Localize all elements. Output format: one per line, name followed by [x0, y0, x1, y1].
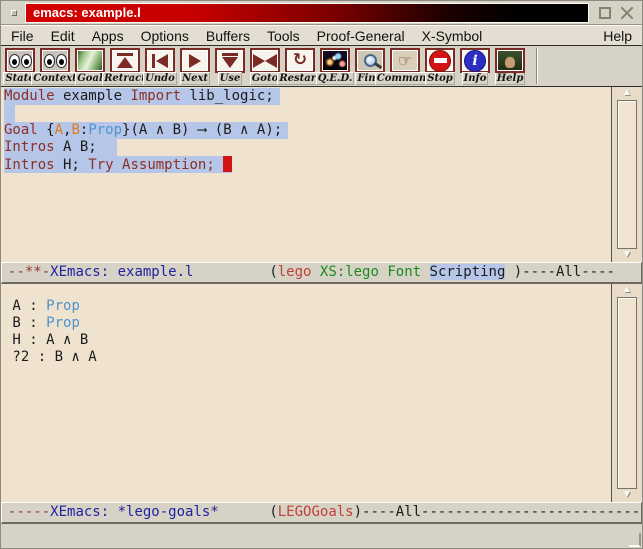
scrollbar-thumb[interactable]: [617, 100, 637, 249]
menu-edit[interactable]: Edit: [51, 28, 75, 44]
script-buffer-pane: Module example Import lib_logic; Goal {A…: [1, 87, 642, 262]
script-line: [1, 105, 611, 122]
menu-tools[interactable]: Tools: [267, 28, 300, 44]
arrow-right-icon: [180, 48, 210, 73]
info-circle-icon: [460, 48, 490, 73]
script-line: Module example Import lib_logic;: [1, 88, 611, 105]
window-menu-grip[interactable]: [11, 10, 17, 16]
bowtie-icon: [250, 48, 280, 73]
goal-photo-icon: [75, 48, 105, 73]
modeline-goals[interactable]: -----XEmacs: *lego-goals* (LEGOGoals)---…: [1, 502, 642, 524]
script-line: Goal {A,B:Prop}(A ∧ B) ⟶ (B ∧ A);: [1, 122, 611, 139]
toolbar-button-restart[interactable]: ↻ Restart: [285, 48, 315, 85]
modeline-buffer-name: XEmacs: *lego-goals*: [50, 504, 219, 520]
toolbar-button-goto[interactable]: Goto: [250, 48, 280, 85]
goals-line: B : Prop: [1, 315, 611, 332]
toolbar-divider: [536, 48, 538, 84]
minibuffer[interactable]: [1, 524, 642, 548]
scroll-down-icon[interactable]: ▼: [622, 490, 632, 501]
modeline-major-mode: LEGOGoals: [278, 504, 354, 520]
eyes-icon: [40, 48, 70, 73]
title-bar[interactable]: emacs: example.l: [1, 1, 642, 25]
arrow-up-to-bar-icon: [110, 48, 140, 73]
proof-toolbar: State Context Goal Retract Undo: [1, 46, 642, 87]
menu-x-symbol[interactable]: X-Symbol: [422, 28, 483, 44]
modeline-script[interactable]: --**-XEmacs: example.l (lego XS:lego Fon…: [1, 262, 642, 284]
arrow-left-to-bar-icon: [145, 48, 175, 73]
no-entry-icon: [425, 48, 455, 73]
toolbar-button-next[interactable]: Next: [180, 48, 210, 85]
script-buffer-text[interactable]: Module example Import lib_logic; Goal {A…: [1, 87, 611, 262]
goals-buffer-text[interactable]: A : Prop B : Prop H : A ∧ B ?2 : B ∧ A: [1, 284, 611, 502]
toolbar-button-retract[interactable]: Retract: [110, 48, 140, 85]
toolbar-button-context[interactable]: Context: [40, 48, 70, 85]
script-scrollbar[interactable]: ▲ ▼: [611, 87, 642, 262]
modeline-buffer-name: XEmacs: example.l: [50, 264, 193, 280]
modeline-major-mode: lego: [278, 264, 312, 280]
menu-options[interactable]: Options: [141, 28, 189, 44]
scrollbar-thumb[interactable]: [617, 297, 637, 489]
toolbar-button-help[interactable]: Help: [495, 48, 525, 85]
pointing-hand-icon: ☞: [390, 48, 420, 73]
goals-line: H : A ∧ B: [1, 332, 611, 349]
close-icon[interactable]: [620, 6, 634, 20]
arrow-down-from-bar-icon: [215, 48, 245, 73]
script-line: Intros A B;: [1, 139, 611, 156]
guru-photo-icon: [495, 48, 525, 73]
scroll-up-icon[interactable]: ▲: [622, 88, 632, 99]
circular-arrow-icon: ↻: [285, 48, 315, 73]
window-title: emacs: example.l: [33, 5, 141, 20]
toolbar-button-info[interactable]: Info: [460, 48, 490, 85]
eyes-icon: [5, 48, 35, 73]
text-cursor: [223, 156, 232, 172]
goals-line: A : Prop: [1, 298, 611, 315]
modeline-scripting-indicator: Scripting: [430, 264, 506, 280]
menu-apps[interactable]: Apps: [92, 28, 124, 44]
xemacs-window: emacs: example.l File Edit Apps Options …: [0, 0, 643, 549]
goals-buffer-pane: A : Prop B : Prop H : A ∧ B ?2 : B ∧ A ▲…: [1, 284, 642, 502]
toolbar-button-stop[interactable]: Stop: [425, 48, 455, 85]
scroll-down-icon[interactable]: ▼: [622, 250, 632, 261]
menu-help[interactable]: Help: [603, 28, 632, 44]
title-gradient: emacs: example.l: [25, 3, 589, 23]
goals-scrollbar[interactable]: ▲ ▼: [611, 284, 642, 502]
scroll-up-icon[interactable]: ▲: [622, 285, 632, 296]
menu-proof-general[interactable]: Proof-General: [317, 28, 405, 44]
toolbar-button-goal[interactable]: Goal: [75, 48, 105, 85]
goals-line: ?2 : B ∧ A: [1, 349, 611, 366]
toolbar-button-use[interactable]: Use: [215, 48, 245, 85]
menu-bar: File Edit Apps Options Buffers Tools Pro…: [1, 25, 642, 46]
script-line: Intros H; Try Assumption;: [1, 156, 611, 173]
magnifier-icon: [355, 48, 385, 73]
menu-file[interactable]: File: [11, 28, 34, 44]
toolbar-button-command[interactable]: ☞ Command: [390, 48, 420, 85]
toolbar-button-qed[interactable]: Q.E.D.: [320, 48, 350, 85]
window-buttons: [599, 6, 634, 20]
menu-buffers[interactable]: Buffers: [206, 28, 250, 44]
resize-grip[interactable]: [629, 533, 641, 547]
fireworks-photo-icon: [320, 48, 350, 73]
maximize-icon[interactable]: [599, 7, 611, 19]
toolbar-button-undo[interactable]: Undo: [145, 48, 175, 85]
